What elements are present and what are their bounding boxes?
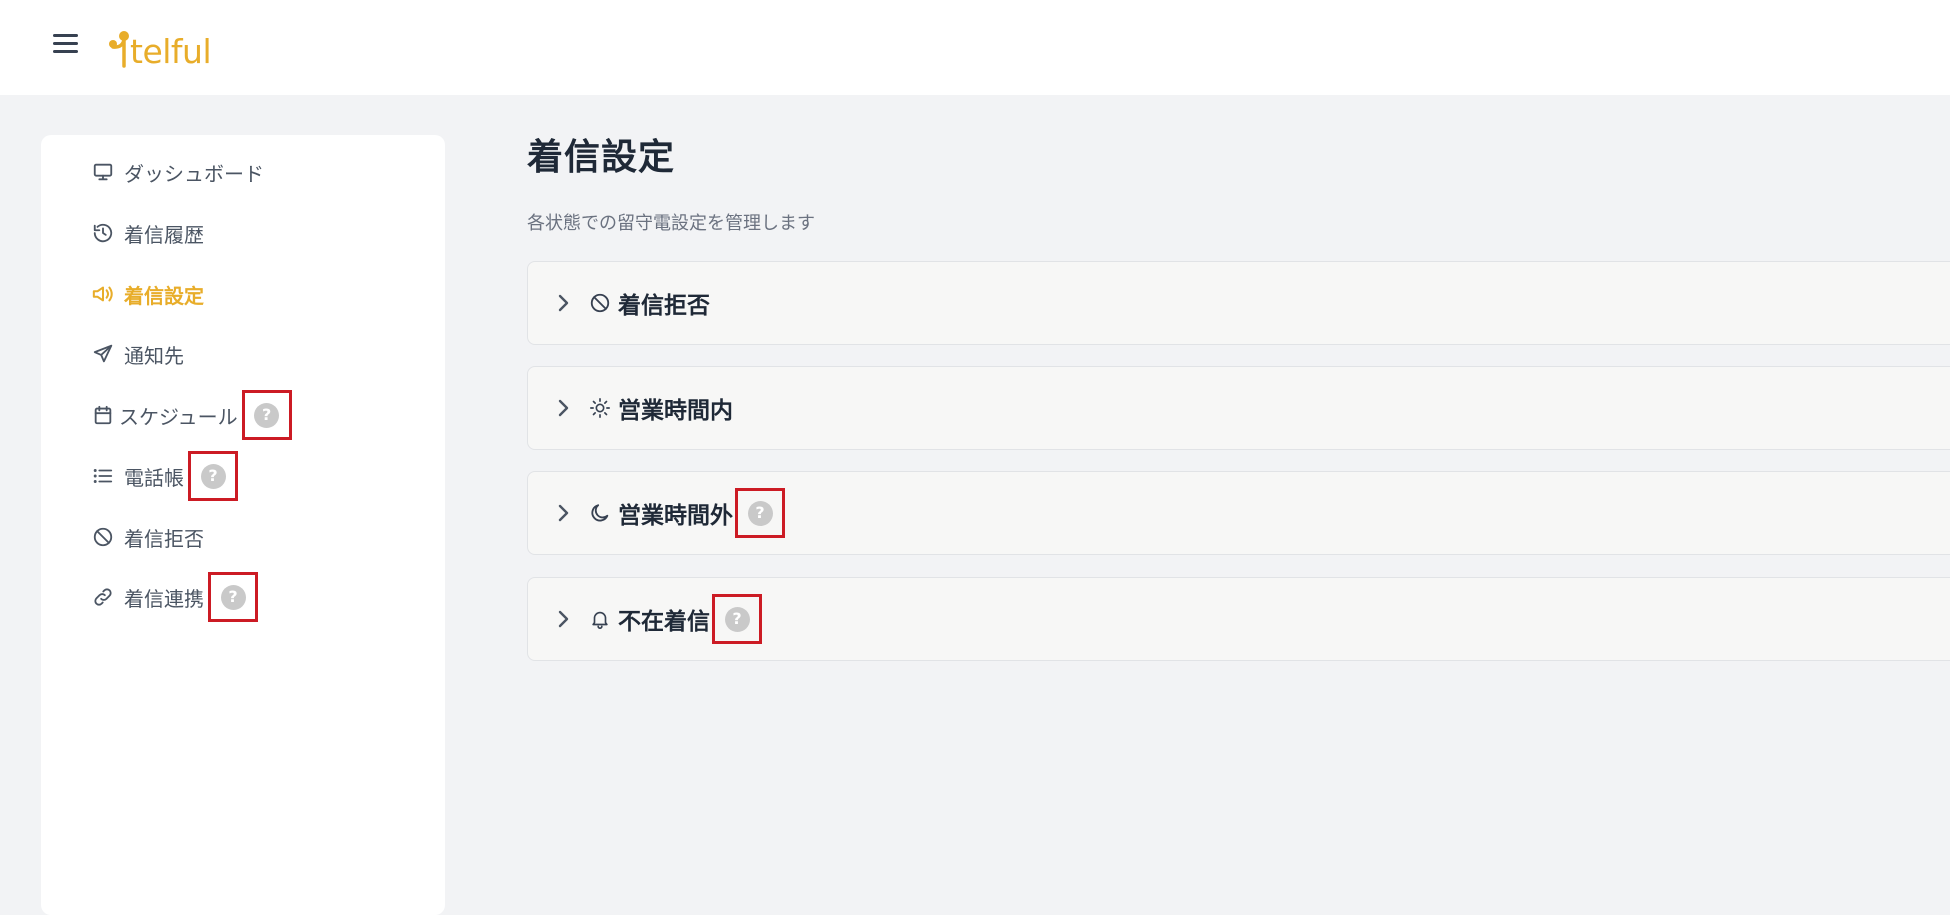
sidebar-item-label: ダッシュボード [124, 161, 264, 186]
accordion-business-hours[interactable]: 営業時間内 [527, 366, 1950, 450]
logo-text: telful [130, 32, 212, 71]
history-icon [91, 221, 115, 245]
help-question-icon[interactable]: ? [200, 463, 226, 489]
accordion-after-hours[interactable]: 営業時間外 ? [527, 471, 1950, 555]
chevron-right-icon [554, 293, 574, 313]
help-question-icon[interactable]: ? [747, 500, 773, 526]
help-question-icon[interactable]: ? [724, 606, 750, 632]
ban-icon [91, 525, 115, 549]
accordion-label: 不在着信 [618, 609, 710, 635]
moon-icon [588, 501, 612, 525]
telful-logo[interactable]: telful [108, 18, 212, 71]
help-highlight-box: ? [208, 572, 258, 622]
sidebar-item-label: 着信連携 [124, 586, 204, 611]
sidebar-item-dashboard[interactable]: ダッシュボード [91, 155, 264, 189]
sidebar: ダッシュボード 着信履歴 着信設定 通知先 スケジュール ? 電話帳 ? 着信拒… [41, 135, 445, 915]
list-icon [91, 464, 115, 488]
sidebar-item-call-blocking[interactable]: 着信拒否 [91, 520, 204, 554]
help-highlight-box: ? [712, 594, 762, 644]
chevron-right-icon [554, 398, 574, 418]
help-question-icon[interactable]: ? [220, 584, 246, 610]
sidebar-item-label: 着信履歴 [124, 222, 204, 247]
chevron-right-icon [554, 503, 574, 523]
sidebar-item-label: 着信設定 [124, 283, 204, 308]
sidebar-item-label: 着信拒否 [124, 526, 204, 551]
sidebar-item-notifications[interactable]: 通知先 [91, 337, 184, 371]
accordion-label: 営業時間外 [618, 503, 733, 529]
hamburger-menu-icon[interactable] [50, 30, 82, 58]
send-icon [91, 342, 115, 366]
monitor-icon [91, 160, 115, 184]
sidebar-item-call-settings[interactable]: 着信設定 [91, 277, 204, 311]
sidebar-item-label: スケジュール [119, 404, 238, 429]
help-highlight-box: ? [241, 390, 292, 440]
sidebar-item-phonebook[interactable]: 電話帳 ? [91, 451, 238, 501]
top-header: telful [0, 0, 1950, 95]
accordion-call-blocking[interactable]: 着信拒否 [527, 261, 1950, 345]
bell-icon [588, 607, 612, 631]
sun-icon [588, 396, 612, 420]
calendar-icon [91, 403, 115, 427]
sidebar-item-call-integration[interactable]: 着信連携 ? [91, 572, 258, 622]
sidebar-item-label: 電話帳 [124, 465, 184, 490]
accordion-label: 営業時間内 [618, 398, 733, 424]
help-highlight-box: ? [188, 451, 238, 501]
accordion-label: 着信拒否 [618, 293, 710, 319]
ban-icon [588, 291, 612, 315]
accordion-missed-calls[interactable]: 不在着信 ? [527, 577, 1950, 661]
page-title: 着信設定 [527, 137, 676, 178]
link-icon [91, 585, 115, 609]
sidebar-item-schedule[interactable]: スケジュール ? [91, 390, 292, 440]
chevron-right-icon [554, 609, 574, 629]
megaphone-icon [91, 282, 115, 306]
sidebar-item-call-history[interactable]: 着信履歴 [91, 216, 204, 250]
sidebar-item-label: 通知先 [124, 343, 184, 368]
help-question-icon[interactable]: ? [254, 402, 280, 428]
help-highlight-box: ? [735, 488, 785, 538]
page-subtitle: 各状態での留守電設定を管理します [527, 213, 815, 234]
